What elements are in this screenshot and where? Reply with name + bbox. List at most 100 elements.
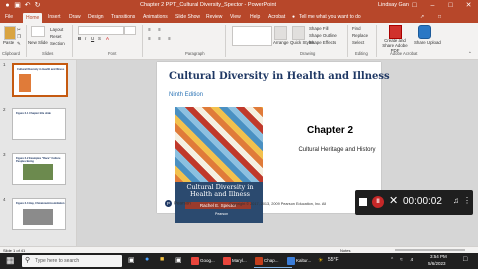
align-left-icon[interactable]: ≡ [148,36,151,41]
tab-home[interactable]: Home [23,13,43,23]
format-painter-icon[interactable]: ✎ [17,41,21,47]
shapes-gallery[interactable] [232,26,272,46]
comments-icon[interactable]: □ [438,14,441,20]
slide-title[interactable]: Cultural Diversity in Health and Illness [169,71,390,82]
slide-thumbnail-2[interactable]: Figure 2-1 Chapter title slide [12,108,66,140]
layout-button[interactable]: Layout [50,27,63,32]
zoom-slider[interactable] [395,249,465,251]
file-explorer-icon[interactable]: ■ [160,256,164,263]
divider [26,25,27,57]
taskbar-search[interactable]: ⚲ Type here to search [22,255,122,267]
chapter-title[interactable]: Chapter 2 [307,125,353,136]
slide-thumbnail-1[interactable]: Cultural Diversity in Health and Illness [12,63,68,97]
cancel-icon[interactable]: ✕ [389,194,398,207]
microphone-icon[interactable]: ♫ [453,196,459,205]
tab-animations[interactable]: Animations [143,14,168,20]
maximize-icon[interactable]: □ [446,1,455,10]
group-paragraph: Paragraph [185,51,205,56]
group-clipboard: Clipboard [2,51,20,56]
slide-thumbnail-4[interactable]: Figure 2-3 Hay, Chinatown/Assimilation [12,198,66,230]
shape-effects-button[interactable]: Shape Effects [309,40,336,45]
slide[interactable]: Cultural Diversity in Health and Illness… [157,62,390,223]
save-icon[interactable]: ▣ [13,1,22,10]
share-upload-icon[interactable] [418,25,431,39]
tab-insert[interactable]: Insert [48,14,61,20]
stop-icon[interactable] [359,198,367,206]
align-center-icon[interactable]: ≡ [158,36,161,41]
find-button[interactable]: Find [352,26,361,31]
arrange-icon[interactable] [274,26,287,40]
undo-icon[interactable]: ↶ [23,1,32,10]
divider [225,25,226,57]
italic-icon[interactable]: I [85,36,86,41]
bullets-icon[interactable]: ≡ [148,27,151,32]
tell-me-search[interactable]: Tell me what you want to do [299,14,361,20]
shape-outline-button[interactable]: Shape Outline [309,33,337,38]
replace-button[interactable]: Replace [352,33,368,38]
volume-icon[interactable]: ♬ [410,257,415,263]
quick-styles-icon[interactable] [292,26,305,40]
underline-icon[interactable]: U [91,36,94,41]
clock-time[interactable]: 3:54 PM [430,254,447,259]
tab-help[interactable]: Help [250,14,260,20]
search-placeholder: Type here to search [35,258,80,264]
notifications-icon[interactable]: □ [463,256,467,263]
share-upload-button[interactable]: Share Upload [414,40,441,45]
section-button[interactable]: Section [50,41,65,46]
pause-icon[interactable]: II [372,196,384,208]
ribbon-display-icon[interactable]: □ [410,1,419,10]
chrome-icon [191,257,199,265]
copy-icon[interactable]: ❐ [17,34,21,40]
tab-view[interactable]: View [230,14,241,20]
ribbon-tabs: File Home Insert Draw Design Transitions… [0,12,478,23]
tab-review[interactable]: Review [206,14,222,20]
shape-fill-button[interactable]: Shape Fill [309,26,329,31]
font-size-select[interactable] [124,26,136,35]
tab-transitions[interactable]: Transitions [111,14,135,20]
arrange-button[interactable]: Arrange [273,40,289,45]
autosave-icon[interactable]: ● [3,1,12,10]
reset-button[interactable]: Reset [50,34,61,39]
new-slide-icon[interactable] [31,26,45,37]
redo-icon[interactable]: ↻ [33,1,42,10]
numbering-icon[interactable]: ≡ [158,27,161,32]
minimize-icon[interactable]: – [428,1,437,10]
thumbnail-cover-image [19,74,31,92]
new-slide-button[interactable]: New Slide [28,40,48,45]
thumbnail-image [23,164,53,180]
tab-draw[interactable]: Draw [69,14,81,20]
shadow-icon[interactable]: S [98,36,101,41]
close-icon[interactable]: ✕ [464,1,473,10]
more-options-icon[interactable]: ⋮ [463,196,471,205]
clock-date[interactable]: 5/6/2023 [428,261,446,266]
bold-icon[interactable]: B [78,36,81,41]
chapter-subtitle[interactable]: Cultural Heritage and History [297,146,377,154]
collapse-ribbon-icon[interactable]: ⌃ [468,51,472,57]
thumbnail-number: 1 [3,62,6,67]
tab-file[interactable]: File [5,14,13,20]
font-color-icon[interactable]: A [106,36,109,41]
tray-chevron-icon[interactable]: ⌃ [390,257,394,263]
slide-edition[interactable]: Ninth Edition [169,92,203,98]
adobe-pdf-icon[interactable] [389,25,402,39]
cut-icon[interactable]: ✂ [17,27,21,33]
slide-thumbnail-3[interactable]: Figure 2-2 Examples "Race" Culture Peopl… [12,153,66,185]
edge-icon[interactable]: ● [145,256,149,263]
windows-start-icon[interactable]: ▦ [6,255,15,266]
align-right-icon[interactable]: ≡ [168,36,171,41]
paste-icon[interactable] [4,26,16,40]
store-icon[interactable]: ▣ [175,256,182,264]
weather-temp[interactable]: 55°F [328,257,339,263]
tab-acrobat[interactable]: Acrobat [268,14,285,20]
wifi-icon[interactable]: ≈ [400,257,403,263]
slide-thumbnail-pane[interactable]: 1 Cultural Diversity in Health and Illne… [0,60,77,246]
copyright-text[interactable]: Copyright © 2017, 2013, 2009 Pearson Edu… [229,202,326,206]
task-view-icon[interactable]: ▣ [128,256,135,264]
select-button[interactable]: Select [352,40,364,45]
font-family-select[interactable] [78,26,124,35]
paste-button[interactable]: Paste [3,40,14,45]
share-icon[interactable]: ↗ [420,14,424,20]
tab-design[interactable]: Design [88,14,104,20]
tab-slide-show[interactable]: Slide Show [175,14,200,20]
user-name[interactable]: Lindsay Gan [378,2,409,8]
